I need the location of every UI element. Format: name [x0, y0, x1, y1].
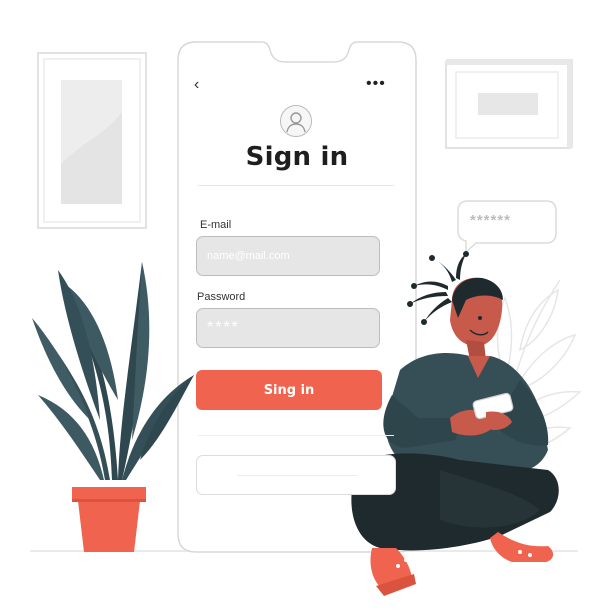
wall-frame-right	[445, 59, 573, 149]
more-dots-icon[interactable]: •••	[366, 75, 396, 93]
sign-in-button[interactable]: Sing in	[196, 370, 382, 410]
user-avatar-icon	[280, 105, 312, 137]
page-title: Sign in	[245, 142, 349, 172]
speech-bubble-text: ******	[470, 212, 512, 229]
password-label: Password	[197, 291, 246, 303]
secondary-button[interactable]	[196, 455, 396, 495]
password-field[interactable]	[196, 308, 380, 348]
secondary-button-line	[237, 475, 357, 476]
phone-screen: ‹ ••• Sign in E-mail Password Sing in	[178, 42, 416, 552]
email-field[interactable]	[196, 236, 380, 276]
chevron-left-icon[interactable]: ‹	[194, 76, 210, 94]
wall-frame-left	[37, 52, 147, 229]
potted-plant	[32, 262, 194, 552]
email-label: E-mail	[200, 219, 232, 231]
section-divider	[198, 435, 394, 436]
title-divider	[198, 185, 394, 186]
